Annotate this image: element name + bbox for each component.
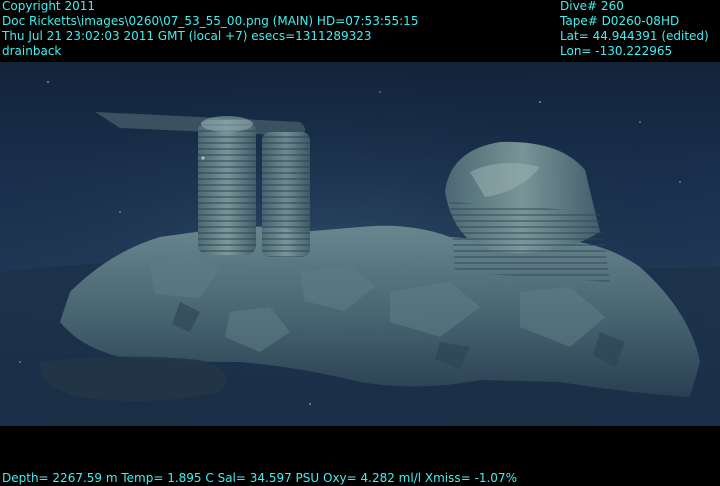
- seafloor-camera-image: [0, 62, 720, 426]
- image-path-text: Doc Ricketts\images\0260\07_53_55_00.png…: [2, 14, 419, 28]
- copyright-text: Copyright 2011: [2, 0, 95, 13]
- annotation-text: drainback: [2, 44, 62, 58]
- header-right-info: Dive# 260 Tape# D0260-08HD Lat= 44.94439…: [560, 0, 709, 59]
- sensor-readout-text: Depth= 2267.59 m Temp= 1.895 C Sal= 34.5…: [2, 471, 517, 485]
- latitude-text: Lat= 44.944391 (edited): [560, 29, 709, 43]
- header-left-info: Copyright 2011 Doc Ricketts\images\0260\…: [2, 0, 418, 59]
- dive-number-text: Dive# 260: [560, 0, 624, 13]
- tape-number-text: Tape# D0260-08HD: [560, 14, 680, 28]
- timestamp-text: Thu Jul 21 23:02:03 2011 GMT (local +7) …: [2, 29, 372, 43]
- seafloor-scene-illustration: [0, 62, 720, 426]
- longitude-text: Lon= -130.222965: [560, 44, 673, 58]
- sensor-readout: Depth= 2267.59 m Temp= 1.895 C Sal= 34.5…: [2, 471, 517, 486]
